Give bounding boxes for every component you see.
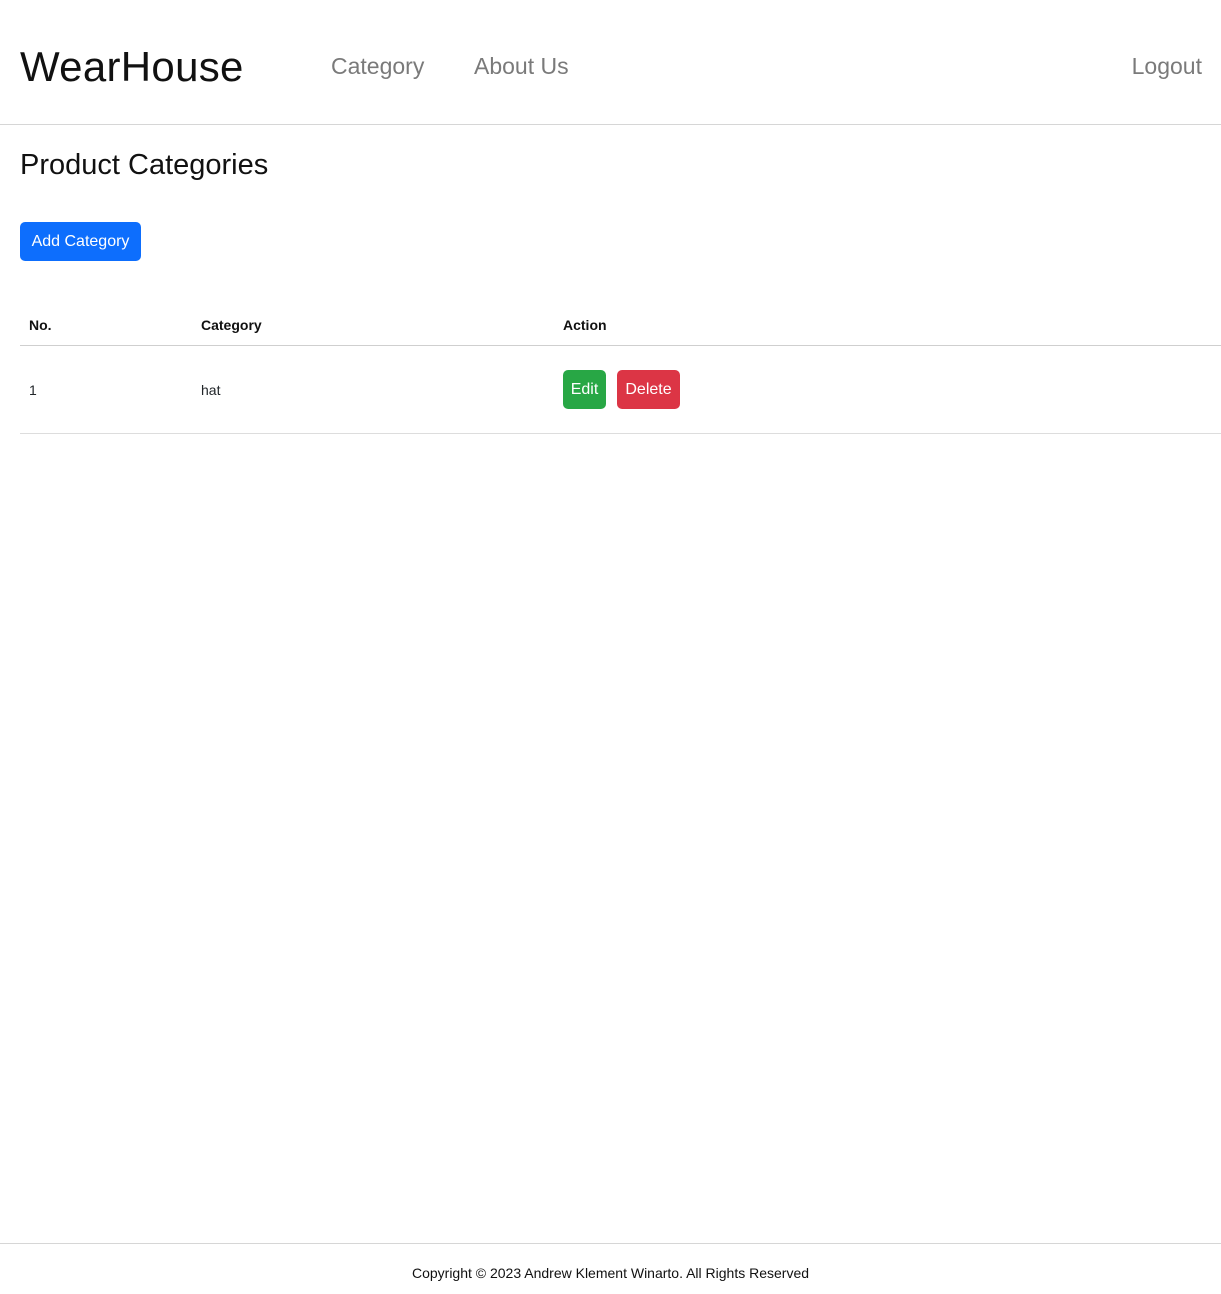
- column-header-action: Action: [554, 305, 1221, 346]
- cell-no: 1: [20, 345, 192, 434]
- cell-category: hat: [192, 345, 554, 434]
- column-header-category: Category: [192, 305, 554, 346]
- delete-button[interactable]: Delete: [617, 370, 680, 409]
- nav-link-logout[interactable]: Logout: [1132, 51, 1202, 81]
- navbar: WearHouse Category About Us Logout: [0, 0, 1221, 125]
- cell-action: Edit Delete: [554, 345, 1221, 434]
- footer: Copyright © 2023 Andrew Klement Winarto.…: [0, 1243, 1221, 1294]
- table-header-row: No. Category Action: [20, 305, 1221, 346]
- add-category-button[interactable]: Add Category: [20, 222, 141, 261]
- categories-table-container: No. Category Action 1 hat Edit Delete: [20, 305, 1221, 434]
- column-header-no: No.: [20, 305, 192, 346]
- page: WearHouse Category About Us Logout Produ…: [0, 0, 1221, 1294]
- brand-logo[interactable]: WearHouse: [20, 40, 244, 94]
- edit-button[interactable]: Edit: [563, 370, 606, 409]
- table-header: No. Category Action: [20, 305, 1221, 346]
- table-body: 1 hat Edit Delete: [20, 345, 1221, 434]
- categories-table: No. Category Action 1 hat Edit Delete: [20, 305, 1221, 434]
- nav-link-about-us[interactable]: About Us: [474, 51, 569, 81]
- nav-link-category[interactable]: Category: [331, 51, 424, 81]
- page-title: Product Categories: [20, 149, 269, 181]
- copyright-text: Copyright © 2023 Andrew Klement Winarto.…: [411, 1265, 810, 1281]
- table-row: 1 hat Edit Delete: [20, 345, 1221, 434]
